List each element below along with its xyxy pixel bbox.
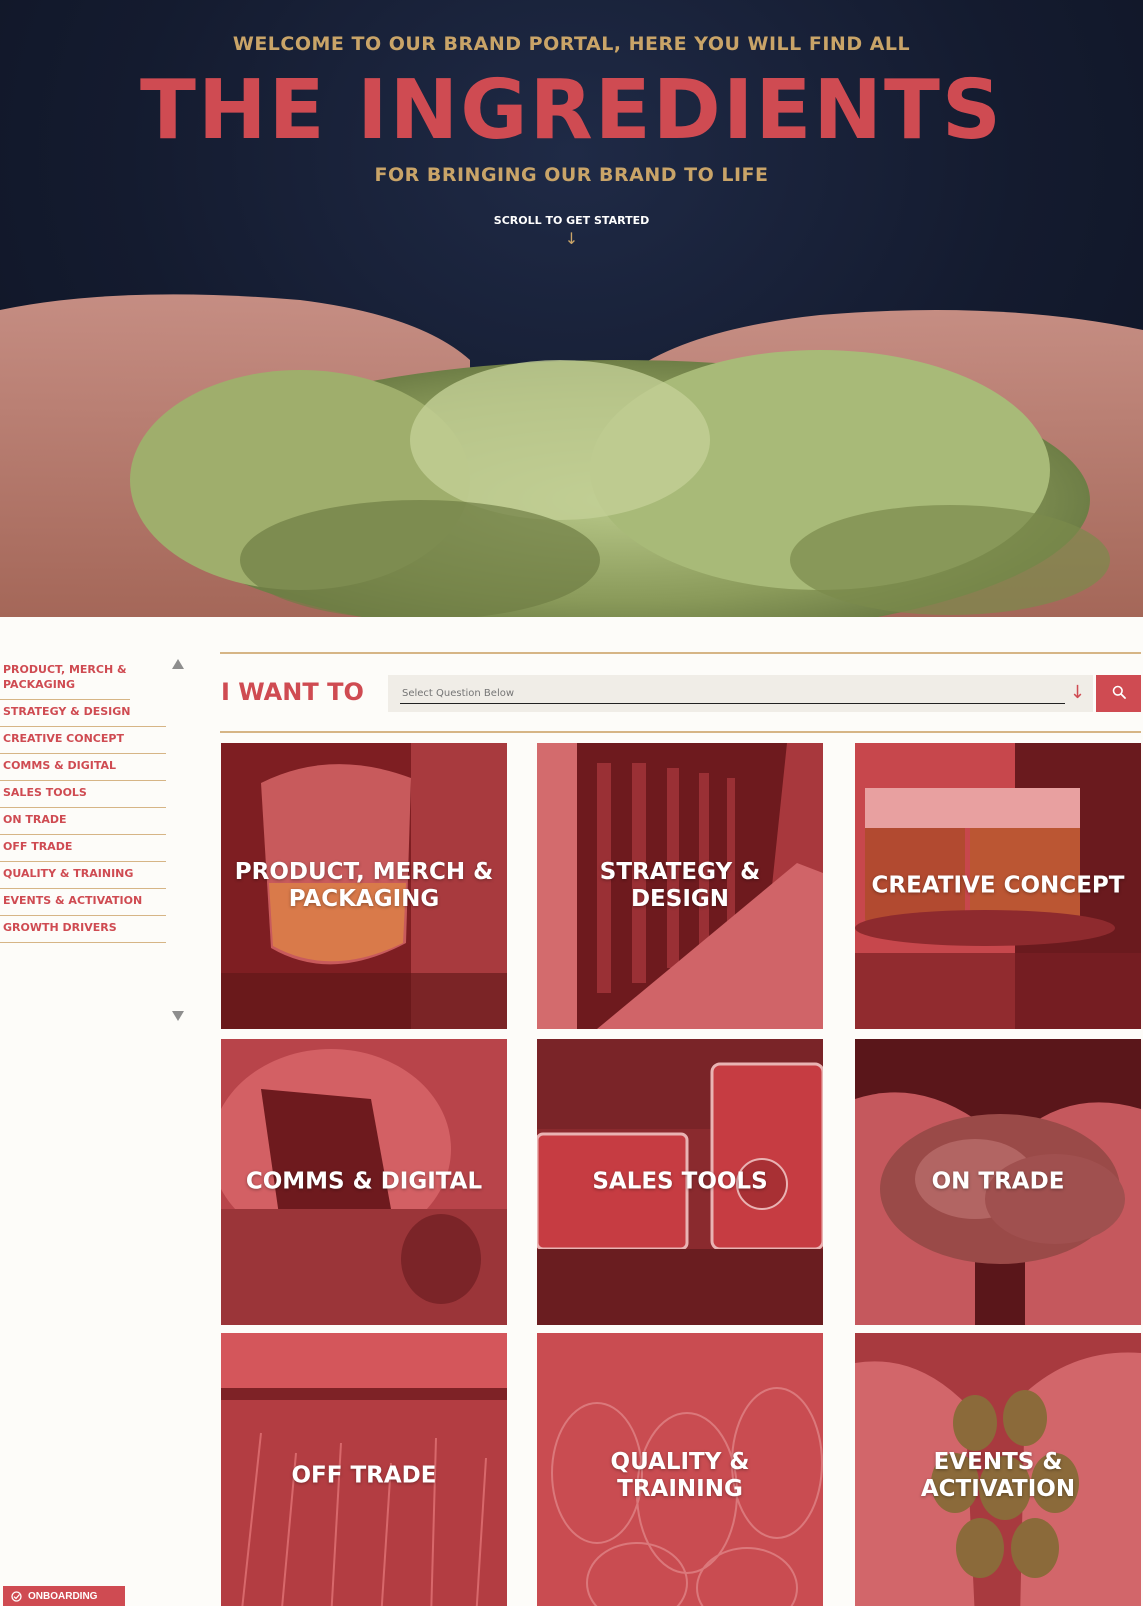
sidebar-item-creative-concept[interactable]: CREATIVE CONCEPT bbox=[0, 727, 166, 754]
tile-label: STRATEGY & DESIGN bbox=[599, 859, 761, 912]
tile-comms-digital[interactable]: COMMS & DIGITAL bbox=[221, 1039, 507, 1325]
sidebar-item-on-trade[interactable]: ON TRADE bbox=[0, 808, 166, 835]
onboarding-label: ONBOARDING bbox=[28, 1590, 98, 1602]
sidebar-item-product-merch-packaging[interactable]: PRODUCT, MERCH & PACKAGING bbox=[0, 658, 130, 700]
arrow-down-icon[interactable]: ↓ bbox=[1070, 682, 1085, 703]
question-select[interactable]: ↓ bbox=[388, 675, 1093, 712]
sidebar-item-comms-digital[interactable]: COMMS & DIGITAL bbox=[0, 754, 166, 781]
check-circle-icon bbox=[11, 1590, 22, 1602]
arrow-down-icon[interactable]: ↓ bbox=[0, 229, 1143, 248]
scroll-down-icon[interactable] bbox=[171, 1010, 185, 1022]
question-select-input[interactable] bbox=[402, 684, 1042, 702]
tile-off-trade[interactable]: OFF TRADE bbox=[221, 1333, 507, 1606]
category-sidebar: PRODUCT, MERCH & PACKAGING STRATEGY & DE… bbox=[0, 658, 166, 943]
hero-subtitle: FOR BRINGING OUR BRAND TO LIFE bbox=[374, 164, 769, 186]
sidebar-item-off-trade[interactable]: OFF TRADE bbox=[0, 835, 166, 862]
hero-banner: WELCOME TO OUR BRAND PORTAL, HERE YOU WI… bbox=[0, 0, 1143, 617]
tile-on-trade[interactable]: ON TRADE bbox=[855, 1039, 1141, 1325]
tile-strategy-design[interactable]: STRATEGY & DESIGN bbox=[537, 743, 823, 1029]
search-icon bbox=[1112, 685, 1126, 699]
select-underline bbox=[400, 702, 1065, 704]
i-want-to-label: I WANT TO bbox=[221, 678, 364, 706]
divider-top bbox=[220, 652, 1141, 654]
tile-label: CREATIVE CONCEPT bbox=[871, 872, 1125, 899]
divider-bottom bbox=[220, 731, 1141, 733]
scroll-up-icon[interactable] bbox=[171, 658, 185, 670]
sidebar-item-events-activation[interactable]: EVENTS & ACTIVATION bbox=[0, 889, 166, 916]
tile-label: COMMS & DIGITAL bbox=[245, 1168, 483, 1195]
search-button[interactable] bbox=[1096, 675, 1141, 712]
hero-title: THE INGREDIENTS bbox=[140, 63, 1003, 158]
tile-quality-training[interactable]: QUALITY & TRAINING bbox=[537, 1333, 823, 1606]
tile-product-merch-packaging[interactable]: PRODUCT, MERCH & PACKAGING bbox=[221, 743, 507, 1029]
tile-events-activation[interactable]: EVENTS & ACTIVATION bbox=[855, 1333, 1141, 1606]
tile-label: OFF TRADE bbox=[291, 1462, 437, 1489]
tile-label: ON TRADE bbox=[931, 1168, 1065, 1195]
tile-label: EVENTS & ACTIVATION bbox=[920, 1449, 1076, 1502]
tile-label: QUALITY & TRAINING bbox=[610, 1449, 750, 1502]
sidebar-item-growth-drivers[interactable]: GROWTH DRIVERS bbox=[0, 916, 166, 943]
sidebar-item-quality-training[interactable]: QUALITY & TRAINING bbox=[0, 862, 166, 889]
tile-creative-concept[interactable]: CREATIVE CONCEPT bbox=[855, 743, 1141, 1029]
hero-kicker: WELCOME TO OUR BRAND PORTAL, HERE YOU WI… bbox=[232, 33, 911, 55]
tile-label: PRODUCT, MERCH & PACKAGING bbox=[234, 859, 494, 912]
tile-label: SALES TOOLS bbox=[592, 1168, 768, 1195]
scroll-hint[interactable]: SCROLL TO GET STARTED bbox=[0, 214, 1143, 227]
onboarding-button[interactable]: ONBOARDING bbox=[3, 1586, 125, 1606]
tile-sales-tools[interactable]: SALES TOOLS bbox=[537, 1039, 823, 1325]
sidebar-item-sales-tools[interactable]: SALES TOOLS bbox=[0, 781, 166, 808]
sidebar-item-strategy-design[interactable]: STRATEGY & DESIGN bbox=[0, 700, 166, 727]
